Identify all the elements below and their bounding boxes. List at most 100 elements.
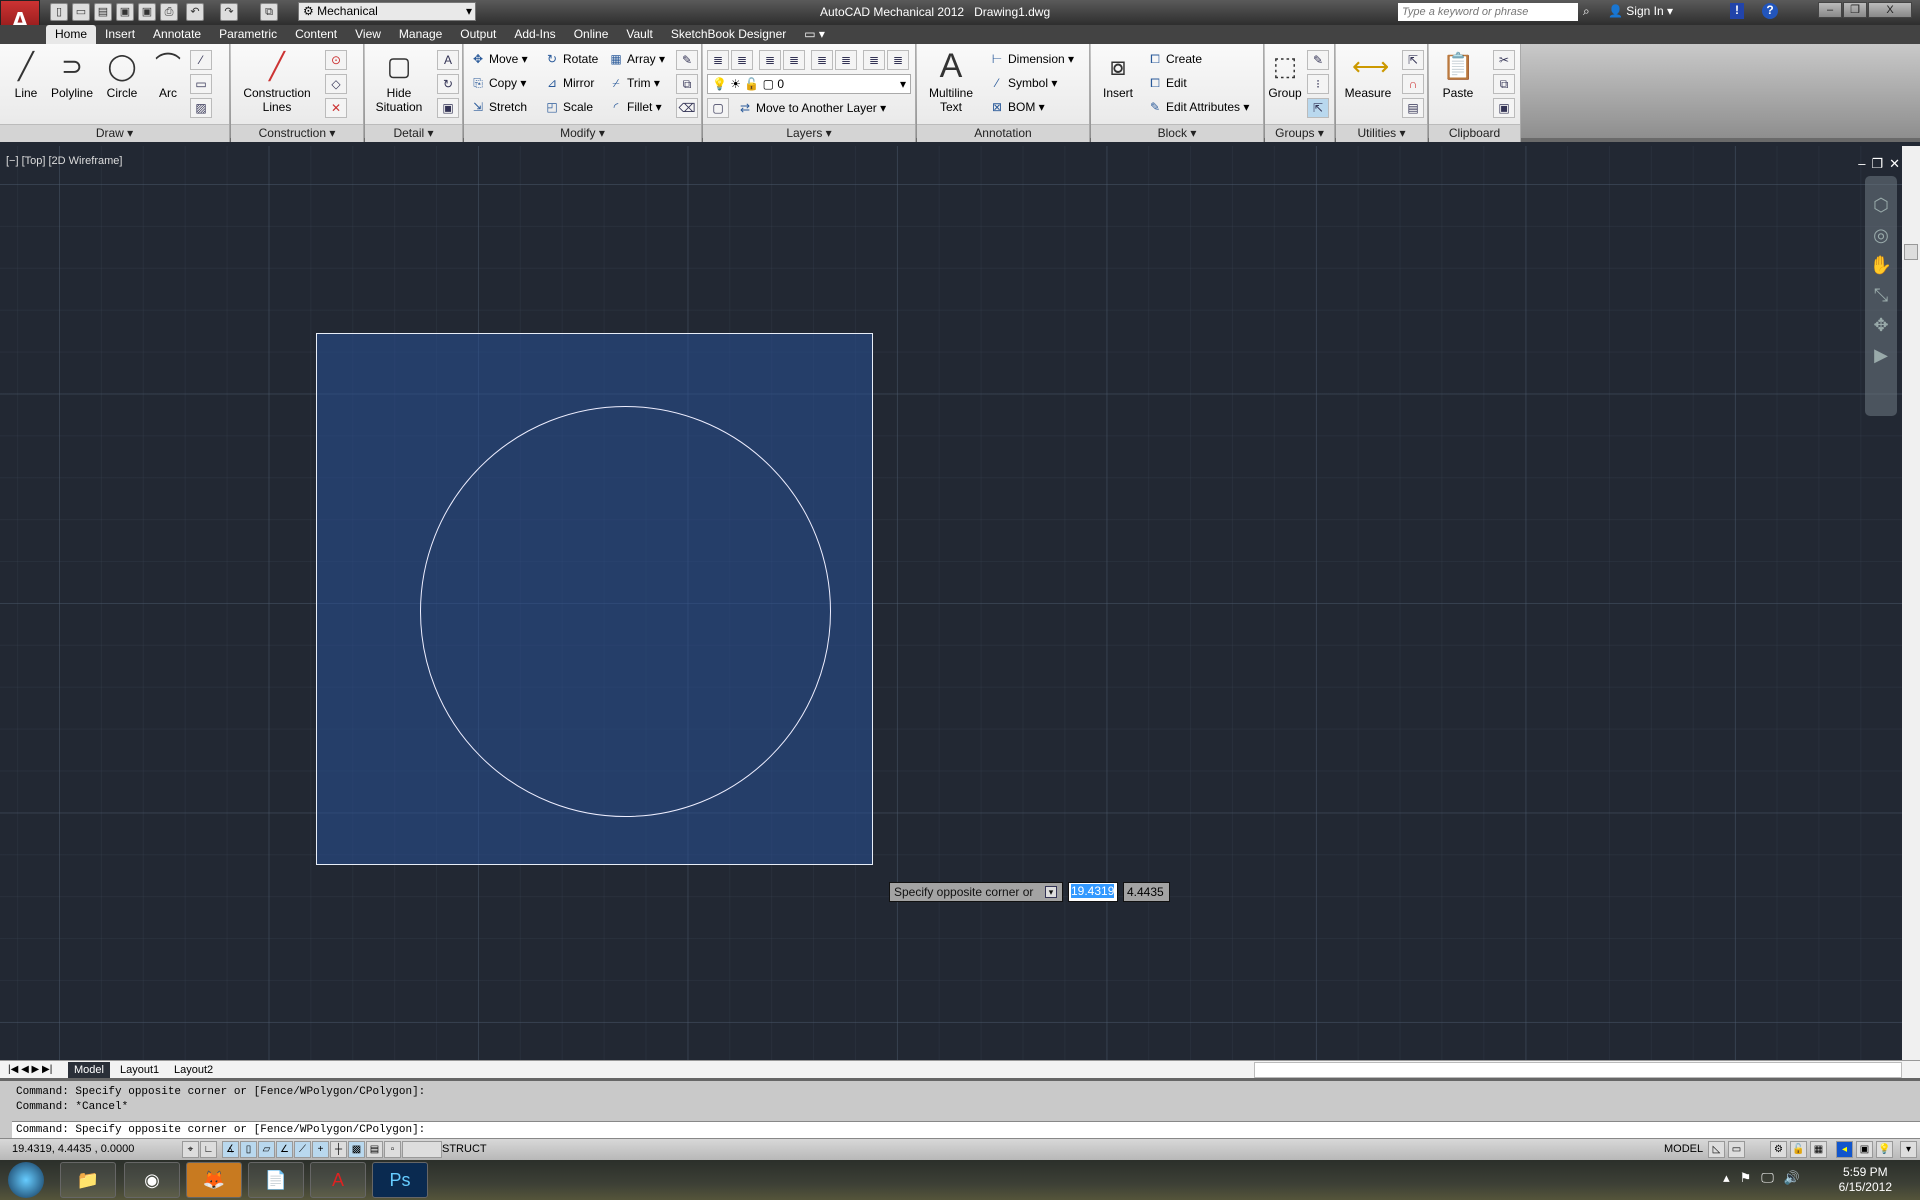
close-button[interactable]: X (1868, 2, 1912, 18)
polar-icon[interactable]: ▱ (258, 1141, 275, 1158)
panel-label-detail[interactable]: Detail ▾ (365, 124, 462, 142)
photoshop-taskbar-icon[interactable]: Ps (372, 1162, 428, 1198)
workspace-dropdown[interactable]: ⚙ Mechanical ▾ (298, 2, 476, 21)
layer-unisolate-icon[interactable]: ≣ (835, 50, 857, 70)
fillet-button[interactable]: ◜ Fillet ▾ (608, 97, 662, 117)
annotation-lock-icon[interactable]: ▣ (1856, 1141, 1873, 1158)
start-button[interactable] (8, 1162, 44, 1198)
showmotion-icon[interactable]: ▶ (1865, 340, 1897, 370)
power-copy-icon[interactable]: ⧉ (676, 74, 698, 94)
toolbar-lock-icon[interactable]: 🔓 (1790, 1141, 1807, 1158)
drawing-canvas[interactable]: [−] [Top] [2D Wireframe] –❐✕ Specify opp… (0, 146, 1920, 1060)
model-space-toggle[interactable]: MODEL (1664, 1143, 1703, 1155)
tab-online[interactable]: Online (565, 25, 618, 44)
panel-label-block[interactable]: Block ▾ (1091, 124, 1263, 142)
layer-previous-icon[interactable]: ≣ (783, 50, 805, 70)
horizontal-scrollbar[interactable] (1254, 1062, 1902, 1078)
layer-dropdown[interactable]: 💡 ☀ 🔓 ▢ 0 ▾ (707, 74, 911, 94)
tab-add-ins[interactable]: Add-Ins (505, 25, 564, 44)
multiline-text-button[interactable]: A Multiline Text (921, 49, 981, 114)
construction-lines-button[interactable]: ╱ Construction Lines (239, 50, 315, 114)
layer-walk-icon[interactable]: ≣ (863, 50, 885, 70)
workspace-switching-icon[interactable]: ⚙ (1770, 1141, 1787, 1158)
layer-isolate-icon[interactable]: ≣ (811, 50, 833, 70)
ducs-icon[interactable]: + (312, 1141, 329, 1158)
open-sheet-icon[interactable]: ▤ (94, 3, 112, 21)
panel-label-clipboard[interactable]: Clipboard (1429, 124, 1520, 142)
status-menu-icon[interactable]: ▾ (1900, 1141, 1917, 1158)
group-selection-icon[interactable]: ⇱ (1307, 98, 1329, 118)
circle-entity[interactable] (420, 406, 831, 817)
panel-label-groups[interactable]: Groups ▾ (1265, 124, 1334, 142)
symbol-button[interactable]: ⁄ Symbol ▾ (989, 73, 1057, 93)
viewport-window-controls[interactable]: –❐✕ (1858, 156, 1906, 172)
detail-view-icon[interactable]: A (437, 50, 459, 70)
edit-attributes-button[interactable]: ✎ Edit Attributes ▾ (1147, 97, 1249, 117)
x-coordinate-input[interactable]: 19.4319 (1068, 882, 1118, 902)
trim-button[interactable]: ⌿ Trim ▾ (608, 73, 660, 93)
group-edit-icon[interactable]: ⁝ (1307, 74, 1329, 94)
tab-home[interactable]: Home (46, 25, 97, 44)
orbit-icon[interactable]: ✥ (1865, 310, 1897, 340)
layer-freeze-icon[interactable]: ≣ (759, 50, 781, 70)
tab-manage[interactable]: Manage (390, 25, 451, 44)
firefox-taskbar-icon[interactable]: 🦊 (186, 1162, 242, 1198)
paste-button[interactable]: 📋 Paste (1433, 50, 1483, 100)
infer-constraints-icon[interactable]: ⌖ (182, 1141, 199, 1158)
ortho-icon[interactable]: ▯ (240, 1141, 257, 1158)
tab-layout2[interactable]: Layout2 (168, 1062, 219, 1078)
edit-block-button[interactable]: ⧠ Edit (1147, 73, 1187, 93)
arc-button[interactable]: ⌒ Arc (148, 50, 188, 100)
cut-icon[interactable]: ✂ (1493, 50, 1515, 70)
panel-label-utilities[interactable]: Utilities ▾ (1336, 124, 1427, 142)
rotate-button[interactable]: ↻ Rotate (544, 49, 598, 69)
panel-label-construction[interactable]: Construction ▾ (231, 124, 363, 142)
scrollbar-thumb[interactable] (1904, 244, 1918, 260)
clock[interactable]: 5:59 PM 6/15/2012 (1839, 1165, 1892, 1195)
save-icon[interactable]: ▣ (116, 3, 134, 21)
minimize-button[interactable]: – (1818, 2, 1842, 18)
copy-clip-icon[interactable]: ⧉ (1493, 74, 1515, 94)
dimension-button[interactable]: ⊢ Dimension ▾ (989, 49, 1074, 69)
chrome-taskbar-icon[interactable]: ◉ (124, 1162, 180, 1198)
lineweight-icon[interactable]: ▩ (348, 1141, 365, 1158)
rectangle-icon[interactable]: ▭ (190, 74, 212, 94)
open-icon[interactable]: ▭ (72, 3, 90, 21)
xline-icon[interactable]: ⁄ (190, 50, 212, 70)
snap-mode-icon[interactable]: ∟ (200, 1141, 217, 1158)
mirror-button[interactable]: ⊿ Mirror (544, 73, 594, 93)
save-as-icon[interactable]: ▣ (138, 3, 156, 21)
ribbon-minimize-icon[interactable]: ▭ ▾ (795, 25, 834, 44)
power-erase-icon[interactable]: ⌫ (676, 98, 698, 118)
vertical-scrollbar[interactable] (1902, 146, 1920, 1060)
isolate-objects-icon[interactable]: ◂ (1836, 1141, 1853, 1158)
pan-icon[interactable]: ✋ (1865, 250, 1897, 280)
group-button[interactable]: ⬚ Group (1267, 50, 1303, 100)
new-icon[interactable]: ▯ (50, 3, 68, 21)
command-input[interactable]: Command: Specify opposite corner or [Fen… (12, 1121, 1920, 1138)
power-edit-icon[interactable]: ✎ (676, 50, 698, 70)
delete-construction-icon[interactable]: ✕ (325, 98, 347, 118)
binoculars-icon[interactable]: ⌕ (1583, 4, 1590, 19)
dyn-icon[interactable]: ┼ (330, 1141, 347, 1158)
panel-label-annotation[interactable]: Annotation (917, 124, 1089, 142)
detail-refresh-icon[interactable]: ↻ (437, 74, 459, 94)
construction-rectangle-icon[interactable]: ◇ (325, 74, 347, 94)
calculator-icon[interactable]: ▤ (1402, 98, 1424, 118)
search-input[interactable]: Type a keyword or phrase (1398, 3, 1578, 21)
tab-parametric[interactable]: Parametric (210, 25, 286, 44)
layer-color-icon[interactable]: ▢ (707, 98, 729, 118)
layout-nav-arrows[interactable]: |◀ ◀ ▶ ▶| (2, 1062, 58, 1078)
grid-icon[interactable]: ∡ (222, 1141, 239, 1158)
line-button[interactable]: ╱ Line (6, 50, 46, 100)
tab-view[interactable]: View (346, 25, 390, 44)
match-properties-icon[interactable]: ▣ (1493, 98, 1515, 118)
selection-cycling-icon[interactable] (402, 1141, 442, 1158)
hatch-icon[interactable]: ▨ (190, 98, 212, 118)
tab-content[interactable]: Content (286, 25, 346, 44)
copy-button[interactable]: ⎘ Copy ▾ (470, 73, 526, 93)
transparency-icon[interactable]: ▤ (366, 1141, 383, 1158)
tab-model[interactable]: Model (68, 1062, 110, 1078)
construction-circle-icon[interactable]: ⊙ (325, 50, 347, 70)
hardware-acceleration-icon[interactable]: ▦ (1810, 1141, 1827, 1158)
